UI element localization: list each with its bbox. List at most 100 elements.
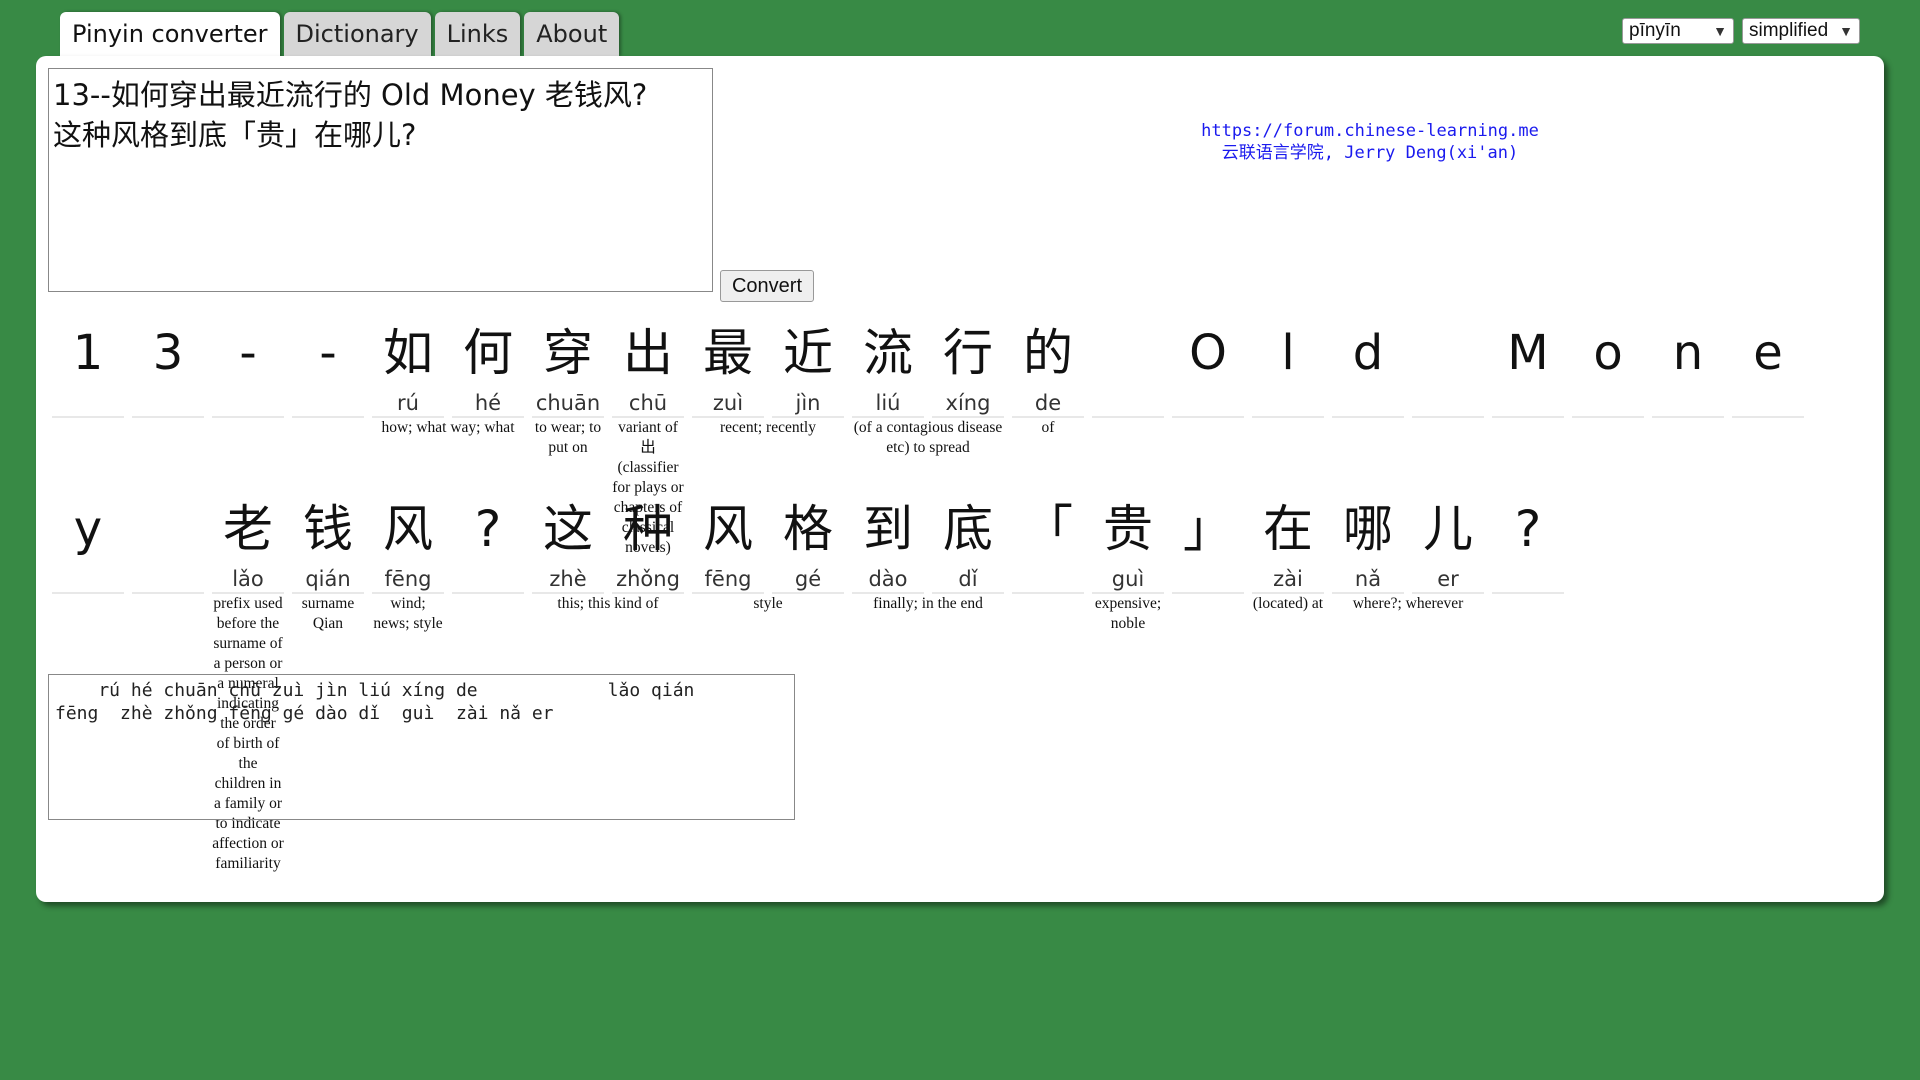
definition-zhezhong: this; this kind of	[557, 595, 659, 612]
pinyin-label: zuì	[692, 388, 764, 418]
hanzi-char	[1092, 318, 1164, 388]
definition-zuijin: recent; recently	[720, 419, 816, 436]
char-cell	[1092, 318, 1164, 418]
pinyin-label: chuān	[532, 388, 604, 418]
pinyin-label: guì	[1092, 564, 1164, 594]
definition-zai: (located) at	[1252, 595, 1324, 612]
char-cell: ?	[452, 494, 524, 594]
char-cell: 哪 nǎ	[1332, 494, 1404, 594]
char-cell	[132, 494, 204, 594]
hanzi-char: e	[1753, 325, 1783, 381]
tab-links[interactable]: Links	[434, 12, 521, 56]
pinyin-label	[1412, 388, 1484, 418]
hanzi-char: 底	[943, 500, 993, 558]
pinyin-label: jìn	[772, 388, 844, 418]
chinese-text-input[interactable]: 13--如何穿出最近流行的 Old Money 老钱风? 这种风格到底「贵」在哪…	[48, 68, 713, 292]
pinyin-label	[132, 388, 204, 418]
converter-panel: 13--如何穿出最近流行的 Old Money 老钱风? 这种风格到底「贵」在哪…	[36, 56, 1884, 902]
pinyin-label: liú	[852, 388, 924, 418]
pinyin-label	[52, 564, 124, 594]
hanzi-char: ?	[474, 500, 502, 558]
char-cell: 风 fēng	[372, 494, 444, 594]
settings-selects: pīnyīn ▼ simplified ▼	[1622, 18, 1860, 44]
char-cell: 老 lǎo	[212, 494, 284, 594]
pinyin-label	[52, 388, 124, 418]
pinyin-label: rú	[372, 388, 444, 418]
char-cell: 3	[132, 318, 204, 418]
char-cell: 的 de	[1012, 318, 1084, 418]
char-cell: 出 chū	[612, 318, 684, 418]
definition-fengge: style	[753, 595, 783, 612]
pinyin-label	[1092, 388, 1164, 418]
annotation-row-2: y 老 lǎo 钱 qián 风 fēng? 这 zhè 种 zhǒng 风 fēng 格 gé 到 dào 底 d…	[52, 494, 1564, 594]
char-cell: 风 fēng	[692, 494, 764, 594]
hanzi-char: 钱	[303, 500, 353, 558]
pinyin-label	[1012, 564, 1084, 594]
tab-about[interactable]: About	[524, 12, 620, 56]
char-cell: n	[1652, 318, 1724, 418]
script-select-value: simplified	[1749, 20, 1829, 41]
pinyin-label: lǎo	[212, 564, 284, 594]
hanzi-char: ?	[1514, 500, 1542, 558]
char-cell: 底 dǐ	[932, 494, 1004, 594]
hanzi-char: 」	[1183, 500, 1233, 558]
pinyin-output-textarea[interactable]: rú hé chuān chū zuì jìn liú xíng de lǎo …	[48, 674, 795, 820]
pinyin-label: qián	[292, 564, 364, 594]
credit-link[interactable]: https://forum.chinese-learning.me	[1200, 120, 1540, 142]
pinyin-label: fēng	[692, 564, 764, 594]
tab-pinyin-converter[interactable]: Pinyin converter	[60, 12, 280, 60]
convert-button[interactable]: Convert	[720, 270, 814, 302]
char-cell: 1	[52, 318, 124, 418]
hanzi-char: M	[1507, 325, 1549, 381]
definition-de: of	[1041, 419, 1055, 436]
char-cell: -	[212, 318, 284, 418]
definition-chuan: to wear; to put on	[534, 419, 602, 456]
hanzi-char: 1	[72, 325, 104, 381]
script-select[interactable]: simplified ▼	[1742, 18, 1860, 44]
hanzi-char: 穿	[543, 324, 593, 382]
pinyin-label	[452, 564, 524, 594]
pinyin-label: zài	[1252, 564, 1324, 594]
definition-liuxing: (of a contagious disease etc) to spread	[853, 419, 1003, 456]
hanzi-char: y	[73, 501, 103, 557]
definition-gui: expensive; noble	[1094, 595, 1162, 632]
pinyin-label	[1172, 564, 1244, 594]
pinyin-label: er	[1412, 564, 1484, 594]
pinyin-label: dào	[852, 564, 924, 594]
hanzi-char: l	[1281, 325, 1295, 381]
char-cell: O	[1172, 318, 1244, 418]
char-cell: 种 zhǒng	[612, 494, 684, 594]
pinyin-label: xíng	[932, 388, 1004, 418]
hanzi-char: -	[239, 325, 257, 381]
definition-qian: surname Qian	[301, 595, 355, 632]
hanzi-char: 出	[623, 324, 673, 382]
hanzi-char: d	[1352, 325, 1384, 381]
hanzi-char: o	[1593, 325, 1623, 381]
hanzi-char: 如	[383, 324, 433, 382]
hanzi-char: 近	[783, 324, 833, 382]
char-cell: 钱 qián	[292, 494, 364, 594]
pinyin-label	[1572, 388, 1644, 418]
char-cell: 如 rú	[372, 318, 444, 418]
char-cell: 最 zuì	[692, 318, 764, 418]
credit-author: 云联语言学院, Jerry Deng(xi'an)	[1221, 143, 1519, 163]
char-cell: d	[1332, 318, 1404, 418]
hanzi-char	[1412, 318, 1484, 388]
hanzi-char: 风	[703, 500, 753, 558]
pinyin-label: zhǒng	[612, 564, 684, 594]
pinyin-label	[132, 564, 204, 594]
romanization-select[interactable]: pīnyīn ▼	[1622, 18, 1734, 44]
pinyin-label	[212, 388, 284, 418]
definition-feng: wind; news; style	[373, 595, 443, 632]
pinyin-label	[1732, 388, 1804, 418]
hanzi-char: 格	[783, 500, 833, 558]
hanzi-char: 最	[703, 324, 753, 382]
hanzi-char: 流	[863, 324, 913, 382]
pinyin-label: zhè	[532, 564, 604, 594]
pinyin-label: nǎ	[1332, 564, 1404, 594]
annotation-row-1: 1 3- - 如 rú 何 hé 穿 chuān 出 chū 最 zuì 近 jìn 流 liú 行 xíng 的 de…	[52, 318, 1804, 418]
char-cell: o	[1572, 318, 1644, 418]
tab-dictionary[interactable]: Dictionary	[283, 12, 431, 56]
pinyin-label	[1652, 388, 1724, 418]
char-cell: 近 jìn	[772, 318, 844, 418]
